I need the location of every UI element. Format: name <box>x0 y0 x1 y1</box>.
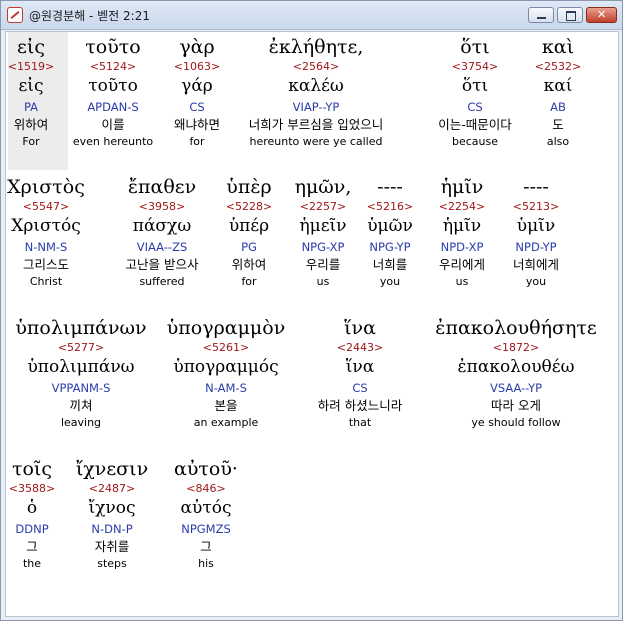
strong-number: <5213> <box>512 200 560 213</box>
strong-number: <2532> <box>534 60 582 73</box>
close-button[interactable] <box>586 7 617 23</box>
lemma: αὐτός <box>180 498 232 518</box>
minimize-button[interactable] <box>528 7 554 23</box>
strong-number: <1872> <box>492 341 540 354</box>
parsing-code: AB <box>550 100 566 114</box>
english-gloss: his <box>198 557 214 570</box>
lemma: καί <box>543 76 573 96</box>
greek-word: καὶ <box>541 36 575 58</box>
title-bar[interactable]: @원경분해 - 벧전 2:21 <box>1 1 622 30</box>
maximize-button[interactable] <box>557 7 583 23</box>
parsing-code: NPD-YP <box>515 240 557 254</box>
greek-word: ---- <box>523 176 549 198</box>
korean-gloss: 도 <box>552 117 564 132</box>
parsing-code: NPGMZS <box>181 522 231 536</box>
lemma: ὑμῖν <box>516 216 556 236</box>
strong-number: <846> <box>186 482 226 495</box>
greek-word: αὐτοῦ· <box>174 458 238 480</box>
app-window: @원경분해 - 벧전 2:21 εἰς<1519>εἰςPA위하여Forτοῦτ… <box>0 0 623 621</box>
english-gloss: also <box>546 135 570 148</box>
window-title: @원경분해 - 벧전 2:21 <box>29 9 150 23</box>
app-logo-icon[interactable] <box>7 7 23 23</box>
korean-gloss: 그 <box>200 539 212 554</box>
korean-gloss: 너희에게 <box>512 257 559 272</box>
interlinear-panel: εἰς <1519> εἰς PA 위하여 For τοῦτο <5124> τοῦτο APDA… <box>5 31 619 617</box>
lemma: ἐπακολουθέω <box>457 357 575 377</box>
english-gloss: you <box>525 275 547 288</box>
parsing-code: VSAA--YP <box>489 381 543 395</box>
korean-gloss: 따라 오게 <box>491 398 541 413</box>
greek-word: ἐπακολουθήσητε <box>435 317 597 339</box>
english-gloss: ye should follow <box>471 416 561 429</box>
